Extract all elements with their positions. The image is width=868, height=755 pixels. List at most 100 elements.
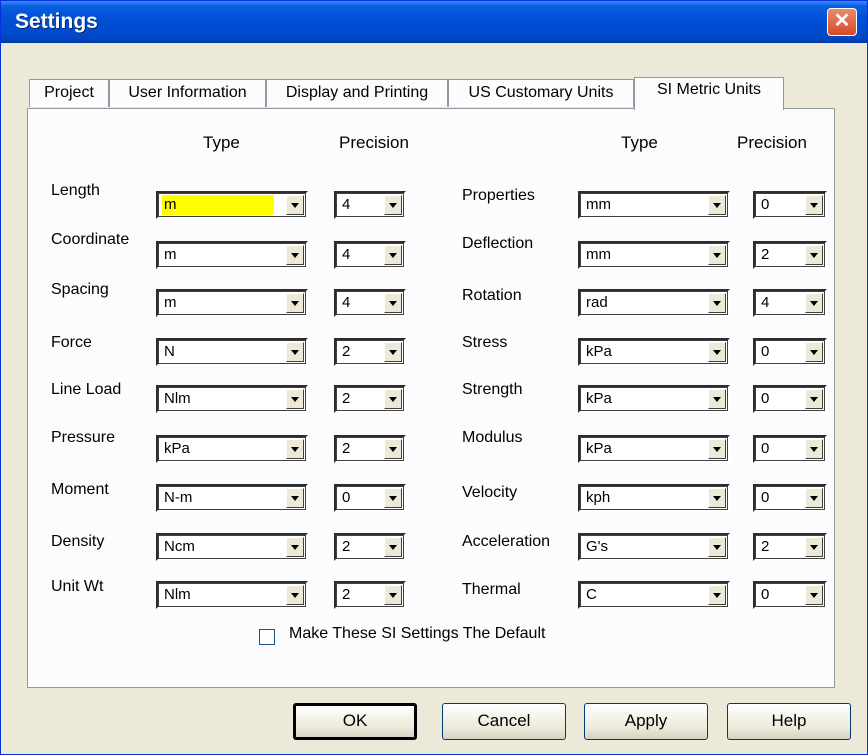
- chevron-down-icon[interactable]: [805, 245, 823, 265]
- precision-select-length[interactable]: 4: [334, 191, 406, 219]
- type-select-density-value: Ncm: [164, 538, 195, 555]
- type-select-modulus[interactable]: kPa: [578, 435, 730, 463]
- type-select-length-value: m: [162, 195, 274, 215]
- chevron-down-icon[interactable]: [384, 537, 402, 557]
- type-select-properties-value: mm: [586, 196, 611, 213]
- default-checkbox[interactable]: [259, 629, 275, 645]
- chevron-down-icon[interactable]: [286, 537, 304, 557]
- label-pressure: Pressure: [51, 429, 116, 446]
- chevron-down-icon[interactable]: [708, 389, 726, 409]
- tab-user-information[interactable]: User Information: [109, 79, 266, 107]
- precision-select-pressure[interactable]: 2: [334, 435, 406, 463]
- type-select-pressure[interactable]: kPa: [156, 435, 308, 463]
- window-title: Settings: [15, 10, 98, 33]
- help-button[interactable]: Help: [727, 703, 851, 740]
- chevron-down-icon[interactable]: [805, 389, 823, 409]
- tab-display-and-printing[interactable]: Display and Printing: [266, 79, 448, 107]
- chevron-down-icon[interactable]: [708, 439, 726, 459]
- tab-si-metric-units[interactable]: SI Metric Units: [634, 77, 784, 110]
- chevron-down-icon[interactable]: [384, 585, 402, 605]
- chevron-down-icon[interactable]: [805, 585, 823, 605]
- type-select-velocity[interactable]: kph: [578, 484, 730, 512]
- chevron-down-icon[interactable]: [805, 195, 823, 215]
- type-select-coordinate[interactable]: m: [156, 241, 308, 269]
- left-precision-header: Precision: [339, 133, 409, 152]
- precision-select-deflection[interactable]: 2: [753, 241, 827, 269]
- chevron-down-icon[interactable]: [384, 245, 402, 265]
- chevron-down-icon[interactable]: [384, 439, 402, 459]
- chevron-down-icon[interactable]: [286, 585, 304, 605]
- chevron-down-icon[interactable]: [708, 293, 726, 313]
- precision-select-rotation[interactable]: 4: [753, 289, 827, 317]
- precision-select-modulus[interactable]: 0: [753, 435, 827, 463]
- tab-project[interactable]: Project: [29, 79, 109, 107]
- chevron-down-icon[interactable]: [708, 585, 726, 605]
- precision-select-unit-wt[interactable]: 2: [334, 581, 406, 609]
- chevron-down-icon[interactable]: [805, 537, 823, 557]
- type-select-line-load-value: Nlm: [164, 390, 191, 407]
- precision-select-force[interactable]: 2: [334, 338, 406, 366]
- chevron-down-icon[interactable]: [384, 342, 402, 362]
- chevron-down-icon[interactable]: [708, 245, 726, 265]
- close-button[interactable]: ✕: [827, 8, 857, 36]
- precision-select-coordinate[interactable]: 4: [334, 241, 406, 269]
- type-select-force[interactable]: N: [156, 338, 308, 366]
- precision-select-stress-value: 0: [761, 343, 770, 360]
- chevron-down-icon[interactable]: [708, 537, 726, 557]
- chevron-down-icon[interactable]: [805, 293, 823, 313]
- precision-select-density-value: 2: [342, 538, 351, 555]
- precision-select-density[interactable]: 2: [334, 533, 406, 561]
- label-coordinate: Coordinate: [51, 231, 130, 248]
- type-select-line-load[interactable]: Nlm: [156, 385, 308, 413]
- type-select-stress[interactable]: kPa: [578, 338, 730, 366]
- chevron-down-icon[interactable]: [286, 342, 304, 362]
- precision-select-acceleration-value: 2: [761, 538, 770, 555]
- tab-us-customary-units[interactable]: US Customary Units: [448, 79, 634, 107]
- chevron-down-icon[interactable]: [384, 389, 402, 409]
- type-select-unit-wt-value: Nlm: [164, 586, 191, 603]
- chevron-down-icon[interactable]: [286, 439, 304, 459]
- label-stress: Stress: [462, 334, 508, 351]
- chevron-down-icon[interactable]: [384, 293, 402, 313]
- type-select-spacing[interactable]: m: [156, 289, 308, 317]
- type-select-density[interactable]: Ncm: [156, 533, 308, 561]
- chevron-down-icon[interactable]: [286, 488, 304, 508]
- precision-select-velocity[interactable]: 0: [753, 484, 827, 512]
- precision-select-stress[interactable]: 0: [753, 338, 827, 366]
- precision-select-thermal[interactable]: 0: [753, 581, 827, 609]
- type-select-thermal[interactable]: C: [578, 581, 730, 609]
- precision-select-strength[interactable]: 0: [753, 385, 827, 413]
- apply-button[interactable]: Apply: [584, 703, 708, 740]
- chevron-down-icon[interactable]: [286, 245, 304, 265]
- type-select-rotation[interactable]: rad: [578, 289, 730, 317]
- chevron-down-icon[interactable]: [805, 488, 823, 508]
- type-select-strength[interactable]: kPa: [578, 385, 730, 413]
- precision-select-properties[interactable]: 0: [753, 191, 827, 219]
- precision-select-line-load[interactable]: 2: [334, 385, 406, 413]
- chevron-down-icon[interactable]: [708, 488, 726, 508]
- type-select-rotation-value: rad: [586, 294, 608, 311]
- precision-select-moment[interactable]: 0: [334, 484, 406, 512]
- type-select-acceleration[interactable]: G's: [578, 533, 730, 561]
- chevron-down-icon[interactable]: [384, 488, 402, 508]
- chevron-down-icon[interactable]: [805, 342, 823, 362]
- precision-select-acceleration[interactable]: 2: [753, 533, 827, 561]
- type-select-velocity-value: kph: [586, 489, 611, 506]
- type-select-unit-wt[interactable]: Nlm: [156, 581, 308, 609]
- label-thermal: Thermal: [462, 581, 521, 598]
- chevron-down-icon[interactable]: [708, 195, 726, 215]
- chevron-down-icon[interactable]: [286, 195, 304, 215]
- type-select-properties[interactable]: mm: [578, 191, 730, 219]
- label-modulus: Modulus: [462, 429, 523, 446]
- precision-select-spacing[interactable]: 4: [334, 289, 406, 317]
- type-select-moment[interactable]: N-m: [156, 484, 308, 512]
- type-select-length[interactable]: m: [156, 191, 308, 219]
- chevron-down-icon[interactable]: [286, 389, 304, 409]
- chevron-down-icon[interactable]: [384, 195, 402, 215]
- chevron-down-icon[interactable]: [286, 293, 304, 313]
- chevron-down-icon[interactable]: [805, 439, 823, 459]
- type-select-deflection[interactable]: mm: [578, 241, 730, 269]
- cancel-button[interactable]: Cancel: [442, 703, 566, 740]
- ok-button[interactable]: OK: [293, 703, 417, 740]
- chevron-down-icon[interactable]: [708, 342, 726, 362]
